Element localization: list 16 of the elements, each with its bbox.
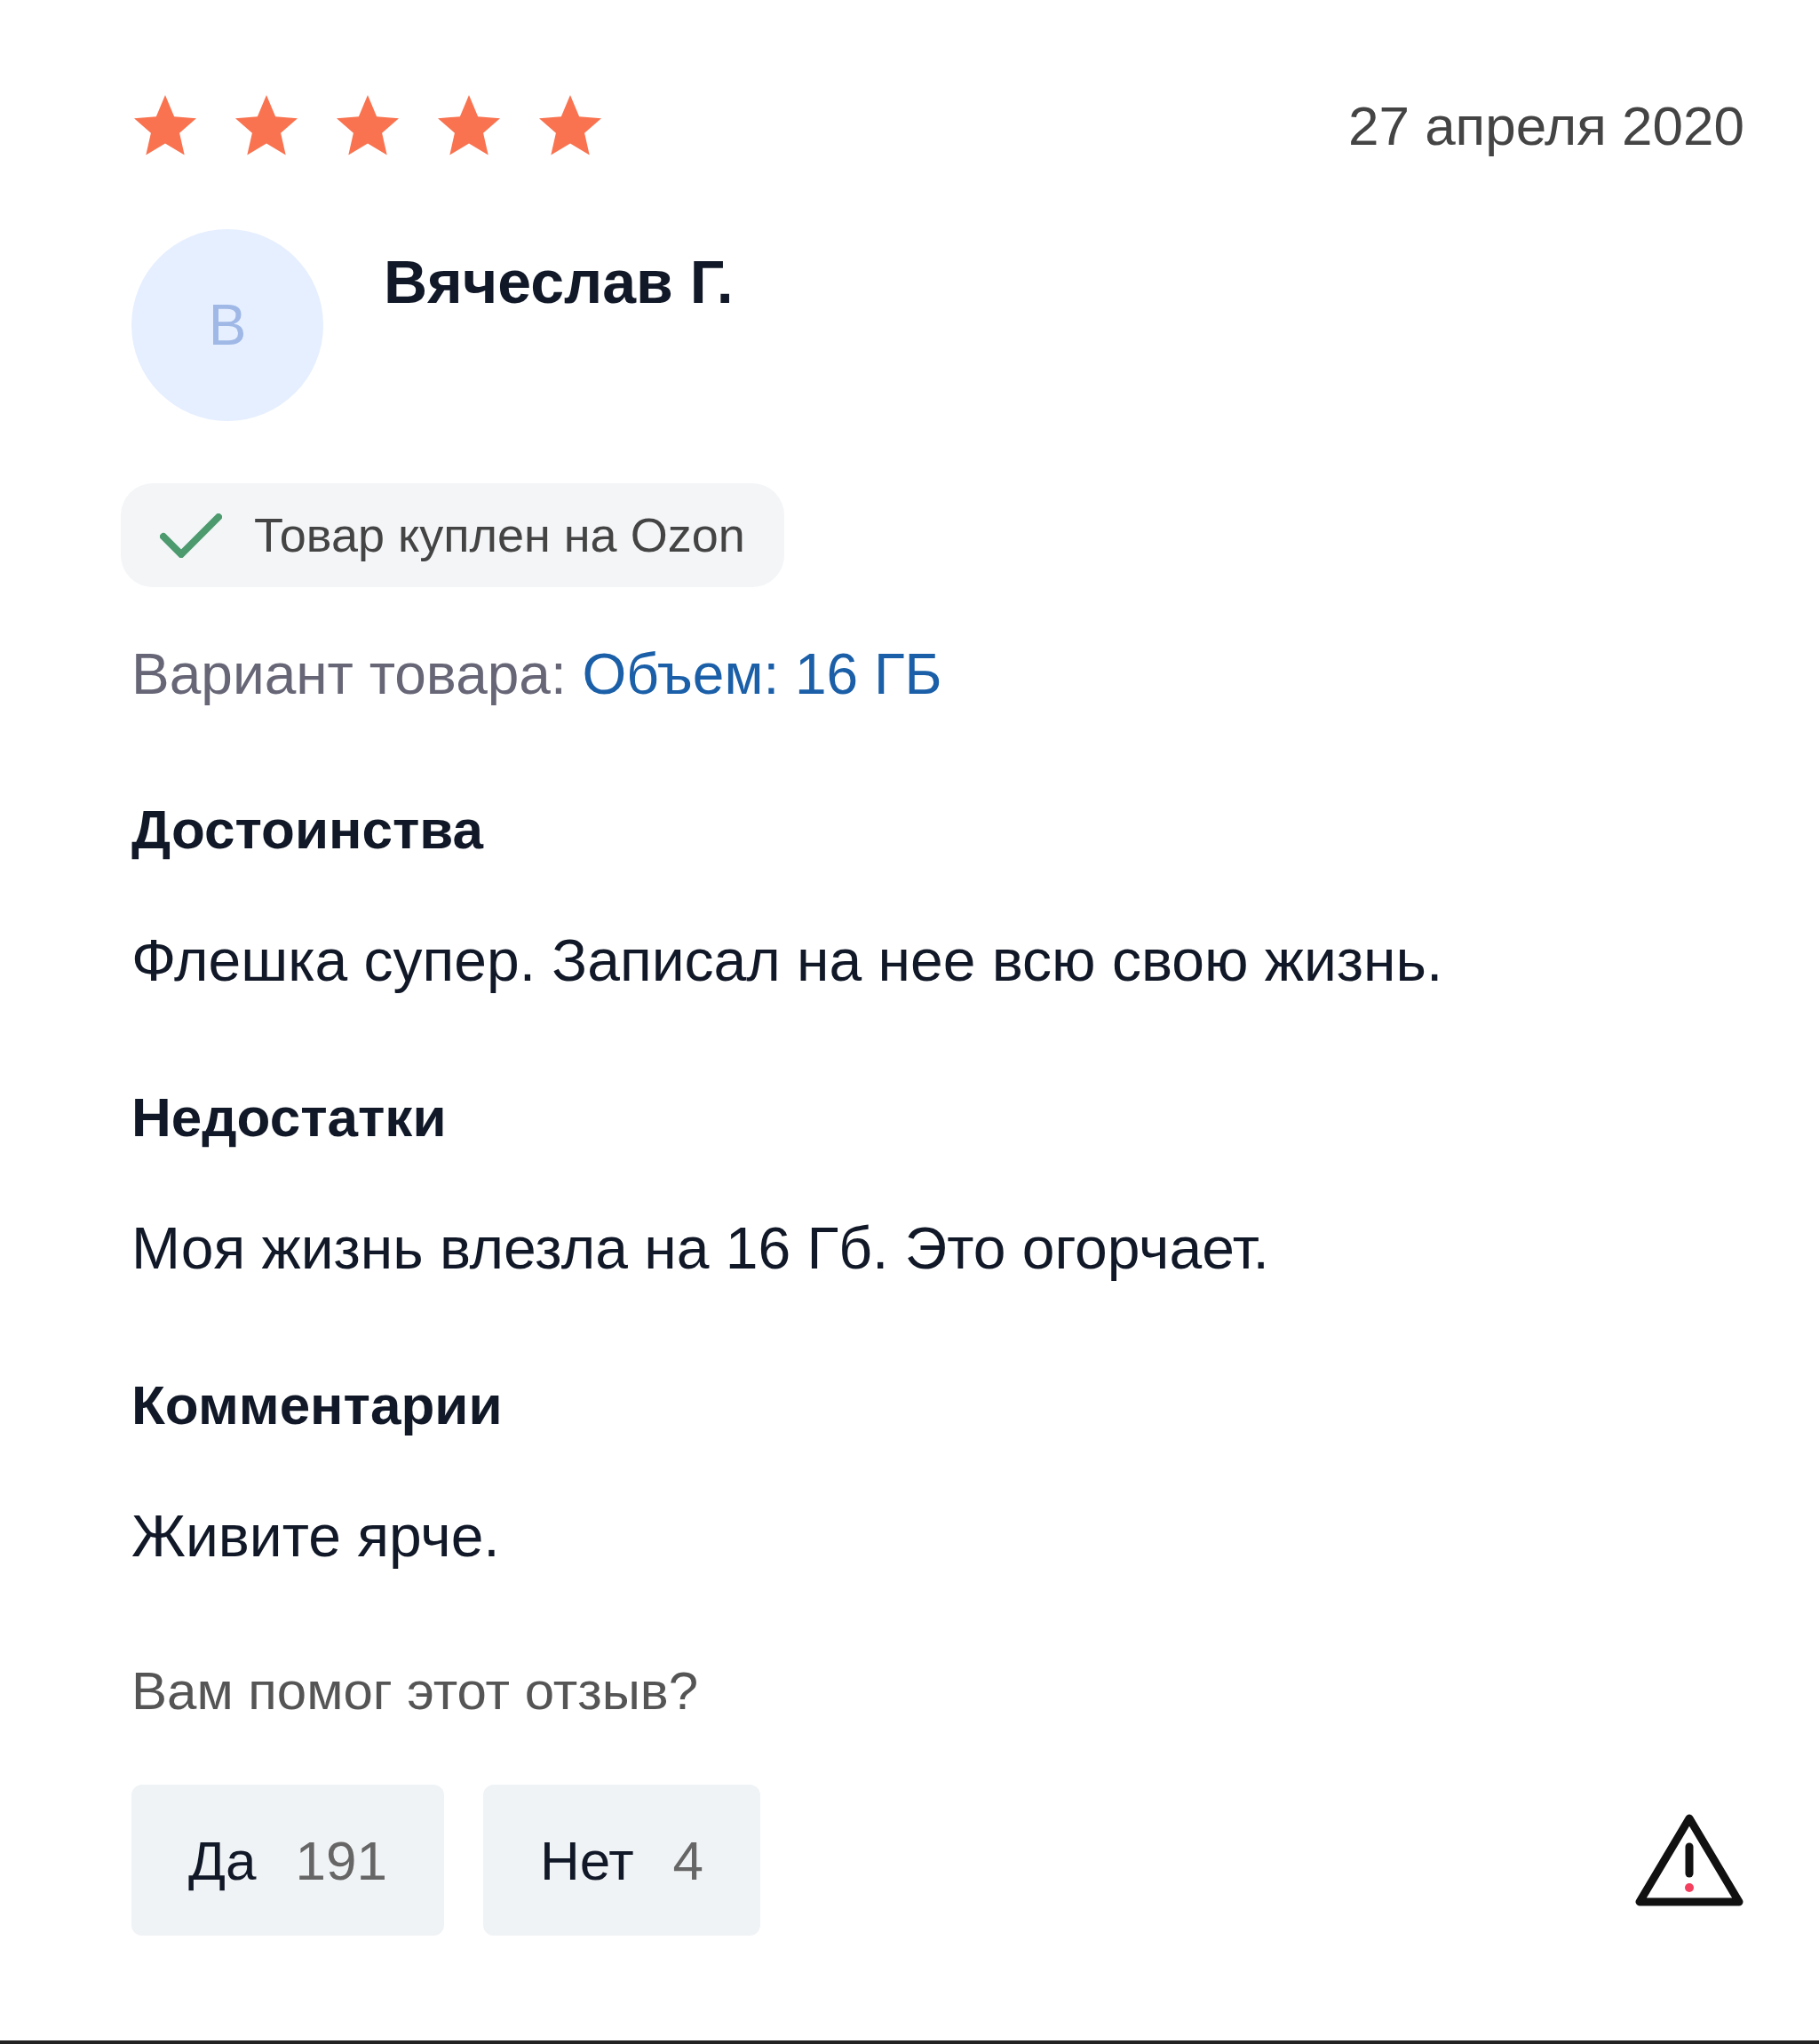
author-name: Вячеслав Г.	[384, 247, 734, 317]
vote-button[interactable]: Нет 4	[482, 1785, 760, 1936]
variant-label: Вариант товара:	[131, 642, 567, 706]
review-date: 27 апреля 2020	[1347, 94, 1744, 158]
variant-value: Объем: 16 ГБ	[582, 642, 942, 706]
purchase-badge: Товар куплен на Ozon	[121, 483, 784, 587]
section-text: Живите ярче.	[131, 1502, 501, 1571]
section-text: Моя жизнь влезла на 16 Гб. Это огорчает.	[131, 1214, 1270, 1283]
section-heading: Недостатки	[131, 1086, 448, 1149]
vote-button[interactable]: Да 191	[131, 1785, 444, 1936]
checkmark-icon	[160, 513, 222, 558]
avatar: В	[131, 229, 323, 421]
helpful-question: Вам помог этот отзыв?	[131, 1660, 700, 1722]
section-heading: Достоинства	[131, 798, 485, 862]
section-text: Флешка супер. Записал на нее всю свою жизнь.	[131, 927, 1444, 995]
section-heading: Комментарии	[131, 1373, 504, 1437]
